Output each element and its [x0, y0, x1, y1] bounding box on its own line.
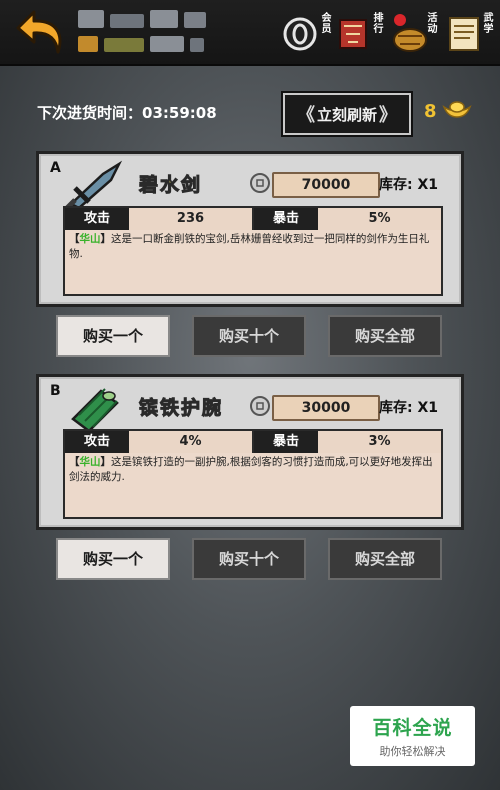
item-name: 镔铁护腕 — [138, 397, 224, 420]
stat-label-crit: 暴击 — [254, 431, 318, 453]
item-stock: 库存: X1 — [379, 400, 439, 416]
rank-button[interactable]: 排行 — [334, 8, 384, 56]
bracket-left-icon: 《 — [296, 105, 315, 126]
item-price: 30000 — [272, 395, 380, 421]
stat-value-attack: 236 — [129, 208, 254, 230]
bracket-right-icon: 》 — [379, 105, 397, 126]
item-name: 碧水剑 — [138, 174, 203, 197]
events-button[interactable]: 活动 — [388, 8, 438, 56]
item-panel: B 镔铁护腕 30000 库存: X1 攻击 4% 暴击 3% 【华山】这是镔铁… — [36, 374, 464, 530]
gold-count: 8 — [424, 101, 437, 122]
description-text: 这是一口断金削铁的宝剑,岳林姗曾经收到过一把同样的剑作为生日礼物. — [69, 233, 430, 260]
sect-bracket-close: 】 — [100, 456, 112, 468]
stat-label-attack: 攻击 — [65, 208, 129, 230]
watermark-badge: 百科全说 助你轻松解决 — [350, 706, 475, 766]
events-label: 活动 — [425, 12, 436, 34]
stat-value-attack: 4% — [129, 431, 254, 453]
scroll-icon — [449, 17, 479, 51]
item-stock: 库存: X1 — [379, 177, 439, 193]
item-stats: 攻击 4% 暴击 3% — [63, 429, 443, 455]
item-slot-letter: B — [50, 383, 61, 399]
item-panel: A 碧水剑 70000 库存: X1 攻击 236 暴击 5% 【华山】这是一口… — [36, 151, 464, 307]
sect-bracket-close: 】 — [100, 233, 112, 245]
restock-timer: 下次进货时间：03:59:08 — [37, 102, 217, 123]
back-arrow-icon[interactable] — [14, 6, 68, 56]
buy-actions: 购买一个 购买十个 购买全部 — [56, 538, 448, 580]
buy-ten-button[interactable]: 购买十个 — [192, 315, 306, 357]
kungfu-button[interactable]: 武学 — [444, 8, 494, 56]
sect-bracket-open: 【 — [69, 233, 80, 245]
stat-label-attack: 攻击 — [65, 431, 129, 453]
vip-button[interactable]: 会员 — [282, 8, 332, 56]
sect-bracket-open: 【 — [69, 456, 80, 468]
kungfu-label: 武学 — [481, 12, 492, 34]
buy-all-button[interactable]: 购买全部 — [328, 538, 442, 580]
gold-ingot-icon — [442, 101, 472, 118]
item-description: 【华山】这是镔铁打造的一副护腕,根据剑客的习惯打造而成,可以更好地发挥出剑法的威… — [63, 453, 443, 519]
item-price: 70000 — [272, 172, 380, 198]
restock-countdown: 03:59:08 — [142, 104, 217, 122]
watermark-title: 百科全说 — [372, 717, 453, 739]
refresh-label: 立刻刷新 — [316, 105, 377, 124]
watermark-subtitle: 助你轻松解决 — [379, 745, 446, 758]
sect-tag: 华山 — [79, 456, 101, 468]
stat-value-crit: 3% — [368, 434, 391, 449]
item-slot-letter: A — [50, 160, 61, 176]
description-text: 这是镔铁打造的一副护腕,根据剑客的习惯打造而成,可以更好地发挥出剑法的威力. — [69, 456, 433, 483]
sword-icon — [65, 160, 123, 210]
ranking-banner-icon — [339, 19, 367, 49]
top-bar: 会员 排行 活动 武学 — [0, 0, 500, 66]
vip-badge-icon — [283, 17, 317, 51]
silver-coin-icon — [250, 173, 270, 193]
buy-ten-button[interactable]: 购买十个 — [192, 538, 306, 580]
sect-tag: 华山 — [79, 233, 101, 245]
buy-one-button[interactable]: 购买一个 — [56, 538, 170, 580]
buy-all-button[interactable]: 购买全部 — [328, 315, 442, 357]
refresh-now-button[interactable]: 《 立刻刷新 》 — [283, 93, 411, 135]
buy-one-button[interactable]: 购买一个 — [56, 315, 170, 357]
item-stats: 攻击 236 暴击 5% — [63, 206, 443, 232]
rank-label: 排行 — [371, 12, 382, 34]
bracer-icon — [71, 388, 119, 433]
stat-value-crit: 5% — [368, 211, 391, 226]
buy-actions: 购买一个 购买十个 购买全部 — [56, 315, 448, 357]
silver-coin-icon — [250, 396, 270, 416]
vip-label: 会员 — [319, 12, 330, 34]
stat-label-crit: 暴击 — [254, 208, 318, 230]
restock-label: 下次进货时间： — [37, 104, 143, 122]
item-description: 【华山】这是一口断金削铁的宝剑,岳林姗曾经收到过一把同样的剑作为生日礼物. — [63, 230, 443, 296]
